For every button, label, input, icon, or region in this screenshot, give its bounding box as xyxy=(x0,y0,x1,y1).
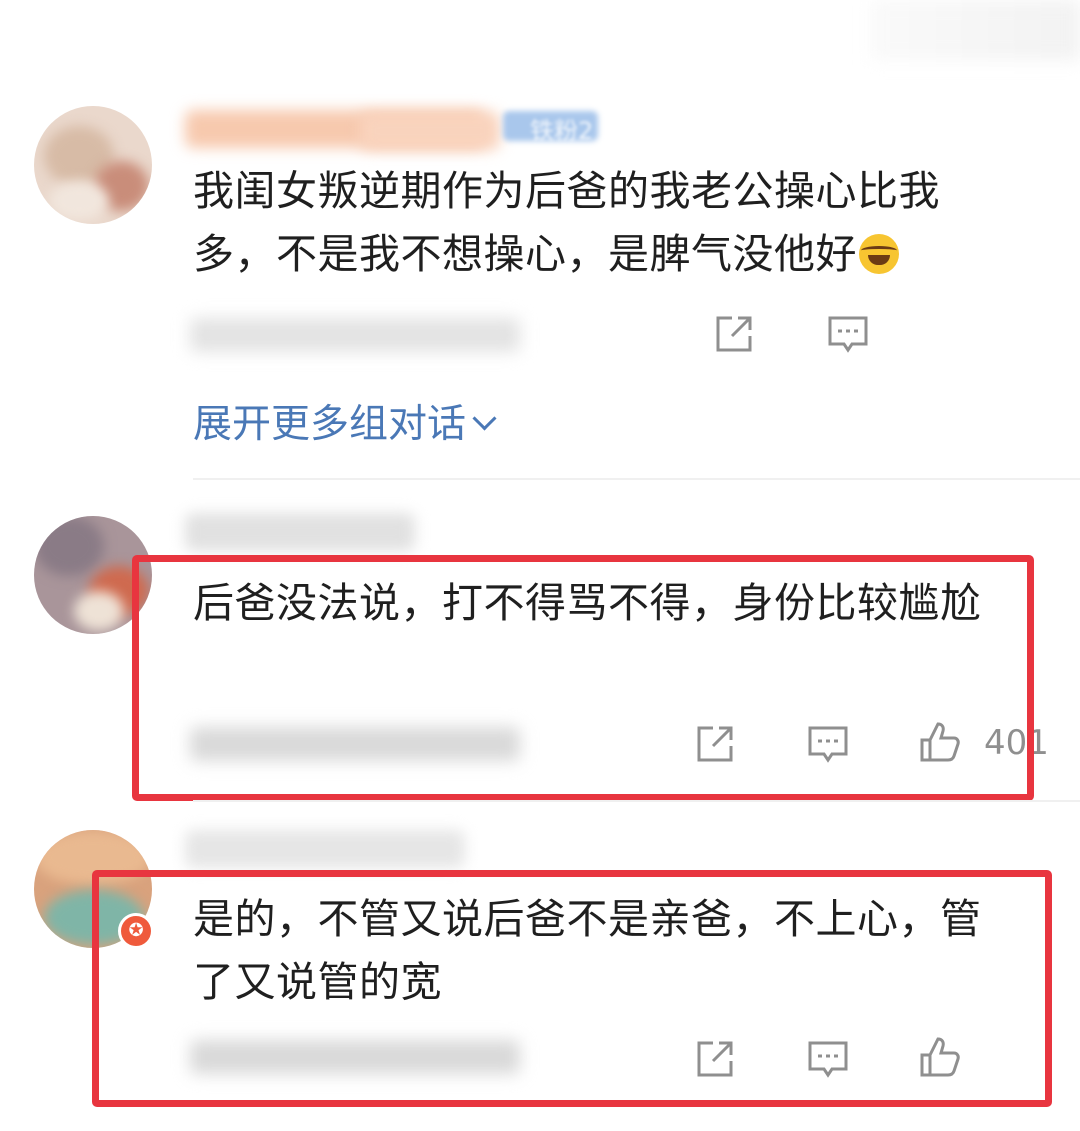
expand-more-link[interactable]: 展开更多组对话 xyxy=(193,393,497,449)
chevron-down-icon xyxy=(472,406,497,431)
share-icon[interactable] xyxy=(712,312,756,356)
laughing-tears-emoji xyxy=(859,234,899,274)
top-blur xyxy=(870,0,1080,60)
highlight-box-1 xyxy=(132,555,1034,801)
username-blurred[interactable] xyxy=(185,830,465,868)
username-blurred-2 xyxy=(360,112,500,150)
comment-icon[interactable] xyxy=(826,312,870,356)
timestamp-blurred xyxy=(190,318,520,352)
fan-badge-label: 铁粉2 xyxy=(530,117,594,145)
username-blurred[interactable] xyxy=(185,513,415,551)
divider xyxy=(193,800,1080,802)
highlight-box-2 xyxy=(92,870,1052,1107)
comment-text: 我闺女叛逆期作为后爸的我老公操心比我多，不是我不想操心，是脾气没他好 xyxy=(193,167,940,278)
divider xyxy=(193,478,1080,480)
avatar[interactable] xyxy=(34,106,152,224)
